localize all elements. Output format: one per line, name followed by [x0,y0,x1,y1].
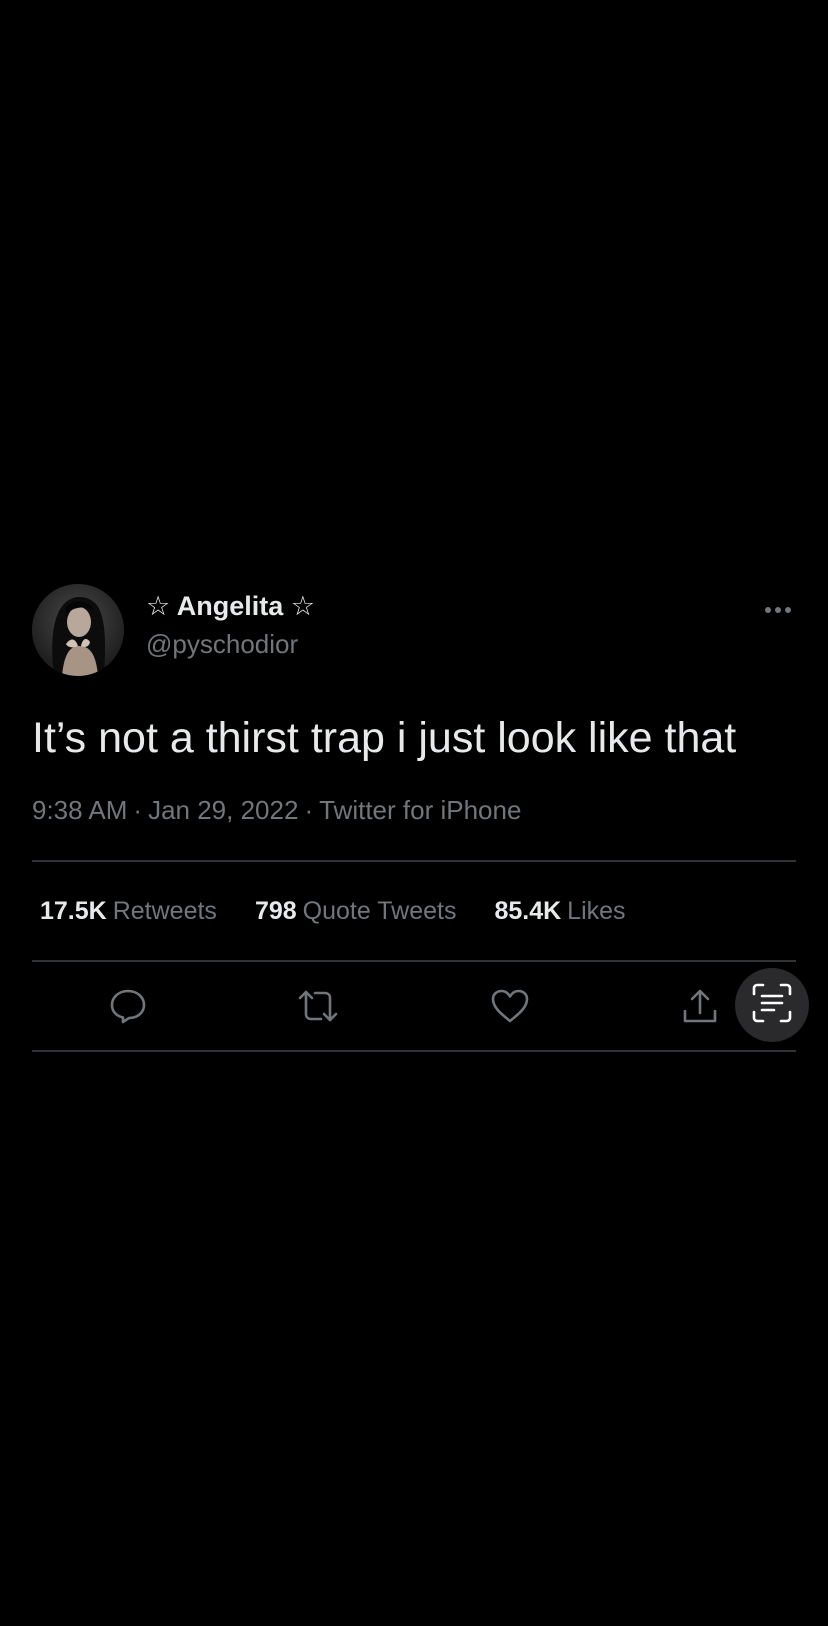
tweet-header: ☆ Angelita ☆ @pyschodior [32,584,796,676]
heart-icon[interactable] [488,984,532,1028]
meta-separator: · [304,795,314,825]
likes-stat[interactable]: 85.4K Likes [494,897,625,926]
text-scan-icon [751,982,793,1029]
avatar[interactable] [32,584,124,676]
share-icon[interactable] [678,984,722,1028]
quote-tweets-count: 798 [254,896,297,925]
display-name[interactable]: ☆ Angelita ☆ [146,590,315,622]
tweet-time[interactable]: 9:38 AM [32,795,127,825]
likes-label: Likes [567,896,626,925]
user-names: ☆ Angelita ☆ @pyschodior [146,590,315,660]
likes-count: 85.4K [494,896,562,925]
tweet: ☆ Angelita ☆ @pyschodior It’s not a thir… [32,584,809,1052]
tweet-text: It’s not a thirst trap i just look like … [32,714,737,762]
tweet-stats: 17.5K Retweets 798 Quote Tweets 85.4K Likes [32,862,796,960]
divider [32,1050,796,1052]
retweet-icon[interactable] [296,984,340,1028]
text-scan-button[interactable] [735,968,809,1042]
more-dots-icon[interactable] [760,598,796,622]
tweet-meta: 9:38 AM · Jan 29, 2022 · Twitter for iPhone [32,794,796,826]
tweet-date[interactable]: Jan 29, 2022 [148,795,298,825]
reply-icon[interactable] [106,984,150,1028]
tweet-actions [32,962,809,1050]
retweets-label: Retweets [112,896,217,925]
retweets-stat[interactable]: 17.5K Retweets [40,897,217,926]
tweet-source[interactable]: Twitter for iPhone [319,795,521,825]
user-handle[interactable]: @pyschodior [146,628,315,660]
retweets-count: 17.5K [40,896,107,925]
quote-tweets-label: Quote Tweets [302,896,457,925]
quote-tweets-stat[interactable]: 798 Quote Tweets [255,897,457,926]
meta-separator: · [133,795,143,825]
